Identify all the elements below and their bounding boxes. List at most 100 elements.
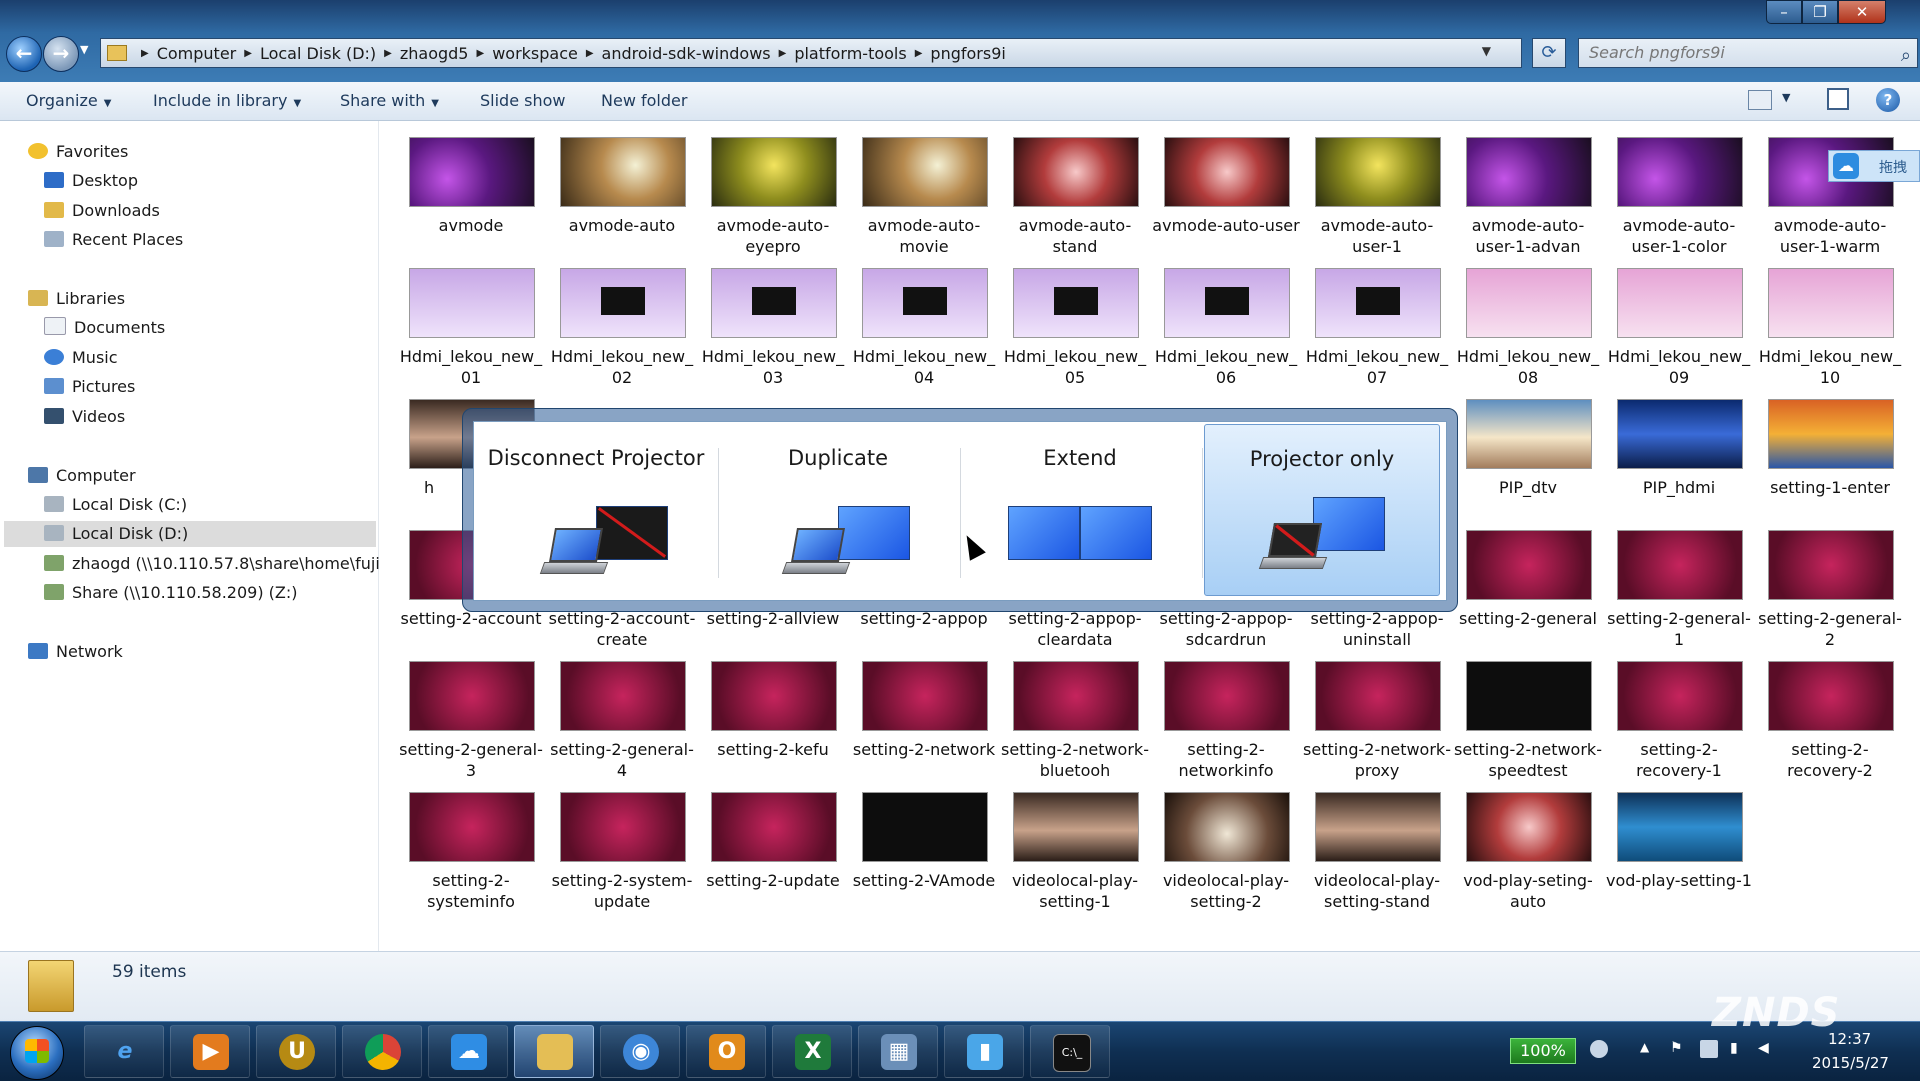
back-arrow-icon[interactable]: ← [6, 36, 42, 72]
battery-indicator[interactable]: 100% [1510, 1038, 1576, 1064]
image-thumbnail [1315, 137, 1441, 207]
image-thumbnail [1013, 137, 1139, 207]
recent-pages-dropdown-icon[interactable]: ▼ [80, 43, 88, 56]
nav-network-drive-zhaogd[interactable]: zhaogd (\\10.110.57.8\share\home\fujian [44, 551, 400, 577]
desktop-icon [44, 172, 64, 188]
image-thumbnail [1466, 268, 1592, 338]
taskbar-ie[interactable]: e [84, 1025, 164, 1078]
maximize-button[interactable]: ❐ [1802, 0, 1838, 24]
floating-widget[interactable]: ☁ 拖拽 [1828, 150, 1920, 182]
nav-desktop[interactable]: Desktop [44, 168, 138, 194]
image-thumbnail [862, 661, 988, 731]
windows-logo-icon [25, 1039, 49, 1063]
breadcrumb-pngfors9i[interactable]: pngfors9i [930, 44, 1005, 63]
volume-icon[interactable]: ◀ [1758, 1040, 1776, 1058]
view-dropdown-icon[interactable]: ▼ [1782, 91, 1790, 104]
nav-network[interactable]: Network [28, 639, 123, 665]
breadcrumb-platform-tools[interactable]: platform-tools [794, 44, 906, 63]
minimize-button[interactable]: – [1766, 0, 1802, 24]
taskbar: e ▶ U ☁ ◉ O X ▦ ▮ C:\_ 100% ▲ ⚑ ▮ ◀ 12:3… [0, 1021, 1920, 1081]
organize-button[interactable]: Organize ▼ [26, 91, 111, 110]
share-with-button[interactable]: Share with ▼ [340, 91, 439, 110]
include-in-library-button[interactable]: Include in library ▼ [153, 91, 301, 110]
clock-date[interactable]: 2015/5/27 [1812, 1054, 1889, 1072]
nav-network-drive-share[interactable]: Share (\\10.110.58.209) (Z:) [44, 580, 298, 606]
slide-show-button[interactable]: Slide show [480, 91, 565, 110]
taskbar-ultraedit[interactable]: U [256, 1025, 336, 1078]
breadcrumb-workspace[interactable]: workspace [492, 44, 578, 63]
image-thumbnail [862, 792, 988, 862]
address-bar[interactable]: ▶ Computer ▶ Local Disk (D:) ▶ zhaogd5 ▶… [100, 38, 1522, 68]
image-thumbnail [409, 792, 535, 862]
duplicate-option[interactable]: Duplicate [720, 424, 956, 596]
image-thumbnail [560, 661, 686, 731]
image-thumbnail [1617, 137, 1743, 207]
extend-option[interactable]: Extend [962, 424, 1198, 596]
taskbar-explorer[interactable] [514, 1025, 594, 1078]
computer-icon [28, 467, 48, 483]
taskbar-cmd[interactable]: C:\_ [1030, 1025, 1110, 1078]
forward-arrow-icon[interactable]: → [43, 36, 79, 72]
image-thumbnail [711, 137, 837, 207]
address-dropdown-icon[interactable]: ▼ [1482, 44, 1491, 58]
image-thumbnail [711, 792, 837, 862]
search-input[interactable]: Search pngfors9i ⌕ [1578, 38, 1918, 68]
search-icon[interactable]: ⌕ [1901, 42, 1911, 70]
taskbar-app-bird[interactable]: ◉ [600, 1025, 680, 1078]
nav-computer[interactable]: Computer [28, 463, 136, 489]
nav-documents[interactable]: Documents [44, 315, 165, 341]
taskbar-media-player[interactable]: ▶ [170, 1025, 250, 1078]
projector-only-option[interactable]: Projector only [1204, 424, 1440, 596]
nav-favorites[interactable]: Favorites [28, 139, 128, 165]
breadcrumb-android-sdk-windows[interactable]: android-sdk-windows [602, 44, 771, 63]
action-center-flag-icon[interactable]: ⚑ [1670, 1040, 1688, 1058]
image-thumbnail [1164, 137, 1290, 207]
help-icon[interactable]: ? [1876, 88, 1900, 112]
new-folder-button[interactable]: New folder [601, 91, 687, 110]
start-button[interactable] [10, 1026, 64, 1080]
image-thumbnail [1315, 661, 1441, 731]
folder-icon [28, 960, 74, 1012]
nav-downloads[interactable]: Downloads [44, 198, 160, 224]
close-button[interactable]: ✕ [1838, 0, 1886, 24]
chrome-icon [365, 1034, 401, 1070]
preview-pane-icon[interactable] [1827, 88, 1849, 110]
breadcrumb-zhaogd5[interactable]: zhaogd5 [400, 44, 469, 63]
change-view-icon[interactable] [1748, 90, 1772, 110]
breadcrumb-local-disk-d[interactable]: Local Disk (D:) [260, 44, 376, 63]
device-icon[interactable] [1700, 1040, 1718, 1058]
connection-icon[interactable] [1590, 1040, 1608, 1058]
image-thumbnail [862, 137, 988, 207]
nav-libraries[interactable]: Libraries [28, 286, 125, 312]
image-thumbnail [409, 661, 535, 731]
documents-icon [44, 317, 66, 335]
clipboard-icon: ▮ [967, 1034, 1003, 1070]
image-thumbnail [711, 268, 837, 338]
image-thumbnail [1617, 399, 1743, 469]
breadcrumb-computer[interactable]: Computer [157, 44, 237, 63]
nav-local-disk-d[interactable]: Local Disk (D:) [4, 521, 376, 547]
image-thumbnail [1315, 268, 1441, 338]
libraries-icon [28, 290, 48, 306]
nav-recent-places[interactable]: Recent Places [44, 227, 183, 253]
nav-local-disk-c[interactable]: Local Disk (C:) [44, 492, 187, 518]
refresh-icon[interactable]: ⟳ [1532, 38, 1566, 68]
image-thumbnail [1164, 268, 1290, 338]
nav-music[interactable]: Music [44, 345, 118, 371]
taskbar-outlook[interactable]: O [686, 1025, 766, 1078]
nav-videos[interactable]: Videos [44, 404, 125, 430]
network-signal-icon[interactable]: ▮ [1730, 1040, 1748, 1058]
image-thumbnail [1013, 661, 1139, 731]
taskbar-excel[interactable]: X [772, 1025, 852, 1078]
nav-pictures[interactable]: Pictures [44, 374, 135, 400]
image-thumbnail [1466, 792, 1592, 862]
disconnect-projector-option[interactable]: Disconnect Projector [478, 424, 714, 596]
taskbar-clipboard-app[interactable]: ▮ [944, 1025, 1024, 1078]
taskbar-chrome[interactable] [342, 1025, 422, 1078]
taskbar-network-app[interactable]: ▦ [858, 1025, 938, 1078]
taskbar-cloud-app[interactable]: ☁ [428, 1025, 508, 1078]
show-hidden-icons-icon[interactable]: ▲ [1640, 1040, 1658, 1058]
image-thumbnail [1768, 661, 1894, 731]
cloud-app-icon: ☁ [451, 1034, 487, 1070]
image-thumbnail [560, 792, 686, 862]
